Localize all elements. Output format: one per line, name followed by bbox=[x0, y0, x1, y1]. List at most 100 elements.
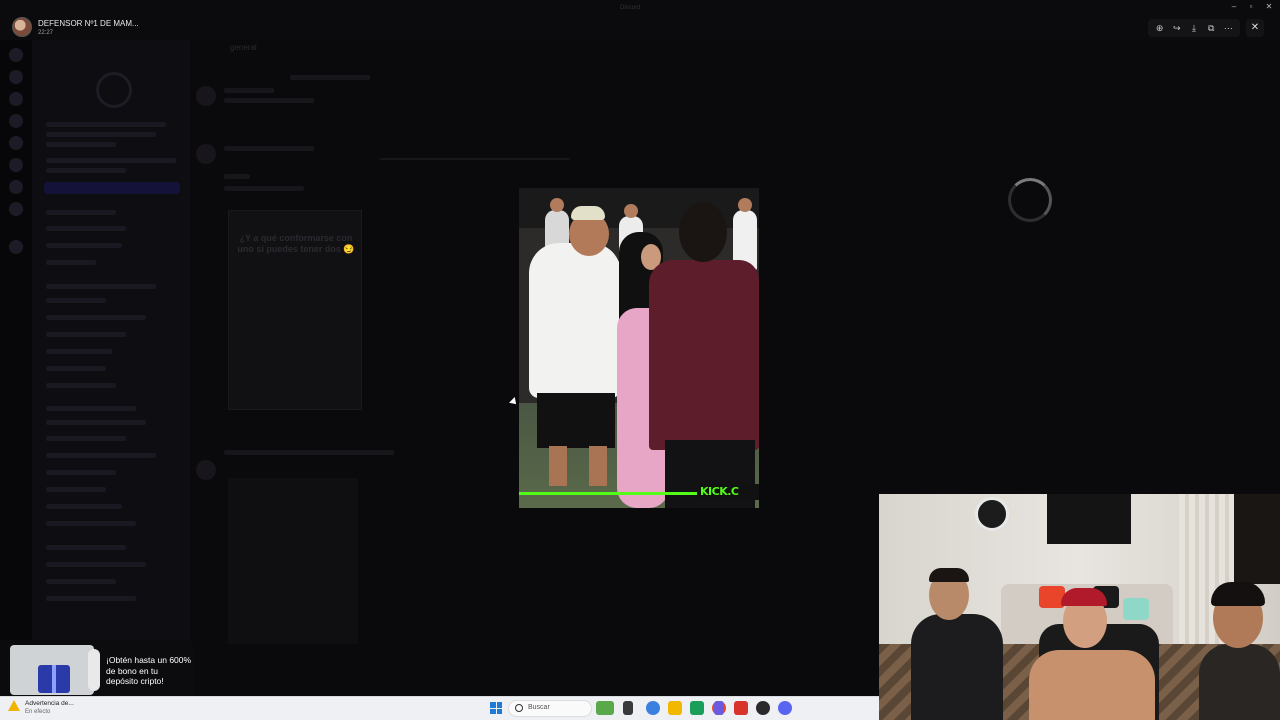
message-text bbox=[224, 174, 250, 179]
steam-icon[interactable] bbox=[756, 701, 770, 715]
webcam-overlay bbox=[879, 494, 1280, 720]
ad-graphic bbox=[88, 649, 100, 691]
cam-person-right bbox=[1211, 582, 1265, 606]
cam-person-center bbox=[1061, 588, 1107, 606]
message-text bbox=[224, 88, 274, 93]
notification-title[interactable]: Advertencia de... bbox=[25, 700, 74, 707]
date-divider bbox=[290, 75, 370, 80]
divider bbox=[380, 158, 570, 160]
channel-item bbox=[46, 487, 106, 492]
more-icon[interactable]: ⋯ bbox=[1221, 21, 1235, 35]
channel-item bbox=[46, 349, 112, 354]
avatar bbox=[196, 86, 216, 106]
teams-icon[interactable] bbox=[714, 701, 724, 715]
notification-subtitle: En efecto bbox=[25, 709, 51, 715]
start-icon[interactable] bbox=[490, 702, 502, 714]
file-explorer-icon[interactable] bbox=[668, 701, 682, 715]
scene-person bbox=[589, 446, 607, 486]
widgets-icon[interactable] bbox=[596, 701, 614, 715]
channel-item bbox=[46, 596, 136, 601]
store-icon[interactable] bbox=[690, 701, 704, 715]
server-icon bbox=[9, 114, 23, 128]
media-viewer-header: DEFENSOR Nº1 DE MAM... 22:27 bbox=[0, 14, 1280, 40]
server-icon bbox=[9, 180, 23, 194]
message-text bbox=[224, 146, 314, 151]
server-rail bbox=[0, 40, 32, 640]
key-icon bbox=[96, 72, 132, 108]
loading-spinner-icon bbox=[1008, 178, 1052, 222]
channel-item bbox=[46, 315, 146, 320]
cam-person-center bbox=[1029, 650, 1155, 720]
server-icon bbox=[9, 202, 23, 216]
scene-person bbox=[549, 446, 567, 486]
sidebar-text bbox=[46, 158, 176, 163]
scene-person bbox=[571, 206, 605, 220]
channel-item bbox=[46, 579, 116, 584]
channel-item bbox=[46, 521, 136, 526]
channel-item bbox=[46, 332, 126, 337]
discord-icon[interactable] bbox=[778, 701, 792, 715]
channel-item bbox=[46, 366, 106, 371]
channel-item bbox=[46, 453, 156, 458]
zoom-icon[interactable]: ⊕ bbox=[1153, 21, 1167, 35]
scene-person bbox=[529, 243, 621, 398]
avatar bbox=[196, 144, 216, 164]
maximize-icon[interactable]: ▫ bbox=[1245, 2, 1257, 11]
screen: general ¿Y a qué conformarse con uno si … bbox=[0, 0, 1280, 720]
watermark-logo: KICK.C bbox=[697, 484, 759, 500]
window-close-icon[interactable]: ✕ bbox=[1263, 2, 1275, 11]
taskbar-search[interactable]: Buscar bbox=[508, 700, 592, 717]
cam-pillow bbox=[1123, 598, 1149, 620]
close-viewer-button[interactable]: ✕ bbox=[1246, 19, 1264, 37]
warning-icon[interactable] bbox=[8, 700, 20, 711]
channel-item bbox=[46, 545, 126, 550]
channel-item bbox=[46, 504, 122, 509]
channel-item bbox=[46, 243, 122, 248]
channel-item bbox=[46, 470, 116, 475]
server-icon bbox=[9, 70, 23, 84]
forward-icon[interactable]: ↪ bbox=[1170, 21, 1184, 35]
message-text bbox=[224, 450, 394, 455]
minimize-icon[interactable]: – bbox=[1228, 2, 1240, 11]
edge-icon[interactable] bbox=[646, 701, 660, 715]
window-title: Discord bbox=[620, 5, 641, 11]
sidebar-text bbox=[46, 132, 156, 137]
sidebar-text bbox=[46, 122, 166, 127]
channel-item bbox=[46, 436, 126, 441]
cam-wall-clock bbox=[975, 497, 1009, 531]
ad-text: ¡Obtén hasta un 600% de bono en tu depós… bbox=[106, 655, 192, 686]
sidebar-button bbox=[44, 182, 180, 194]
channel-item bbox=[46, 226, 126, 231]
media-preview[interactable]: KICK.C bbox=[519, 188, 759, 508]
embedded-image: ¿Y a qué conformarse con uno si puedes t… bbox=[228, 210, 362, 410]
ad-banner[interactable]: ¡Obtén hasta un 600% de bono en tu depós… bbox=[8, 641, 194, 697]
channel-name: general bbox=[230, 43, 257, 52]
task-view-icon[interactable] bbox=[623, 701, 633, 715]
download-icon[interactable]: ⤓ bbox=[1187, 21, 1201, 35]
channel-item bbox=[46, 562, 146, 567]
viewer-toolbar: ⊕ ↪ ⤓ ⧉ ⋯ bbox=[1148, 19, 1240, 37]
uploader-name[interactable]: DEFENSOR Nº1 DE MAM... bbox=[38, 19, 139, 28]
channel-item bbox=[46, 420, 146, 425]
brave-icon[interactable] bbox=[734, 701, 748, 715]
gift-icon bbox=[38, 665, 70, 693]
channel-item bbox=[46, 383, 116, 388]
channel-item bbox=[46, 298, 106, 303]
server-icon bbox=[9, 136, 23, 150]
cam-shadow bbox=[1234, 494, 1280, 584]
embedded-image bbox=[228, 478, 358, 644]
cam-person-left bbox=[911, 614, 1003, 720]
avatar[interactable] bbox=[12, 17, 32, 37]
server-icon bbox=[9, 92, 23, 106]
scene-person bbox=[649, 260, 759, 450]
server-icon bbox=[9, 158, 23, 172]
message-text bbox=[224, 186, 304, 191]
channel-item bbox=[46, 260, 96, 265]
channel-item bbox=[46, 284, 156, 289]
channel-item bbox=[46, 406, 136, 411]
ad-image bbox=[10, 645, 94, 695]
scene-person bbox=[537, 393, 615, 448]
message-text bbox=[224, 98, 314, 103]
cam-person-right bbox=[1199, 644, 1280, 720]
open-external-icon[interactable]: ⧉ bbox=[1204, 21, 1218, 35]
